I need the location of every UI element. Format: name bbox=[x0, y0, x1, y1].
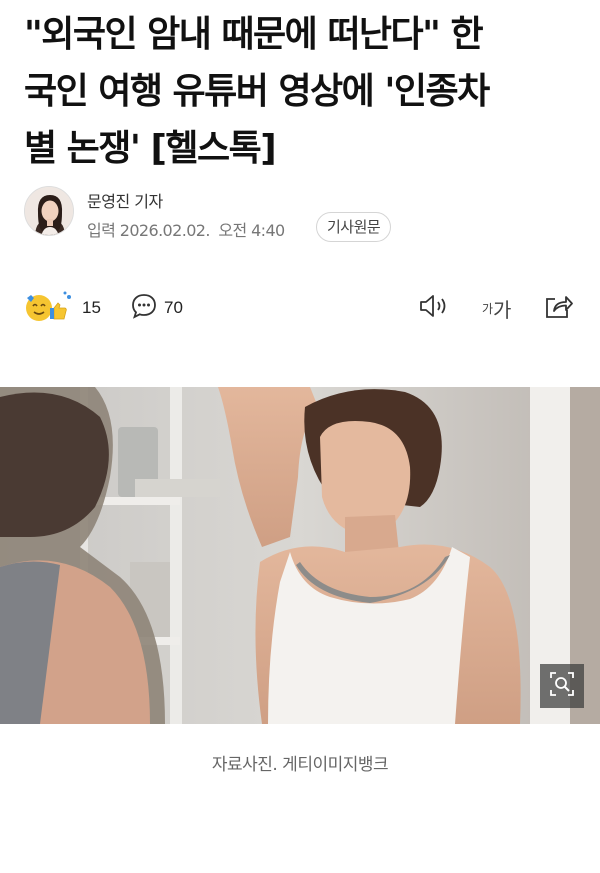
reaction-button[interactable]: 15 bbox=[24, 290, 101, 326]
publish-date: 2026.02.02. bbox=[119, 221, 211, 240]
reporter-avatar[interactable] bbox=[24, 186, 74, 236]
share-button[interactable] bbox=[542, 290, 574, 326]
magnify-icon bbox=[548, 670, 576, 702]
publish-time: 오전 4:40 bbox=[218, 221, 285, 240]
photo-caption: 자료사진. 게티이미지뱅크 bbox=[211, 755, 389, 775]
article-photo[interactable] bbox=[0, 387, 600, 724]
byline: 문영진 기자 입력 2026.02.02. 오전 4:40 기사원문 bbox=[24, 186, 584, 242]
emoji-reaction-icon bbox=[24, 289, 76, 327]
action-bar: 15 70 가 가 bbox=[24, 290, 576, 326]
font-small-glyph: 가 bbox=[482, 301, 494, 316]
zoom-button[interactable] bbox=[540, 664, 584, 708]
headline-line-3: 별 논쟁' [헬스톡] bbox=[24, 128, 277, 169]
publish-label: 입력 bbox=[87, 221, 116, 240]
font-size-button[interactable]: 가 가 bbox=[482, 290, 511, 326]
reaction-count: 15 bbox=[82, 298, 101, 317]
headline-line-1: "외국인 암내 때문에 떠난다" 한 bbox=[24, 14, 484, 55]
comment-count: 70 bbox=[164, 298, 183, 317]
publish-info: 입력 2026.02.02. 오전 4:40 bbox=[87, 217, 285, 241]
reporter-name[interactable]: 문영진 기자 bbox=[87, 188, 163, 212]
speech-bubble-icon bbox=[130, 292, 158, 324]
article-headline: "외국인 암내 때문에 떠난다" 한 국인 여행 유튜버 영상에 '인종차 별 … bbox=[24, 6, 584, 177]
headline-line-2: 국인 여행 유튜버 영상에 '인종차 bbox=[24, 71, 490, 112]
comment-button[interactable]: 70 bbox=[130, 290, 183, 326]
font-large-glyph: 가 bbox=[493, 297, 512, 322]
tts-button[interactable] bbox=[418, 290, 450, 326]
original-article-button[interactable]: 기사원문 bbox=[316, 212, 392, 242]
speaker-icon bbox=[418, 292, 450, 324]
share-icon bbox=[542, 291, 574, 325]
